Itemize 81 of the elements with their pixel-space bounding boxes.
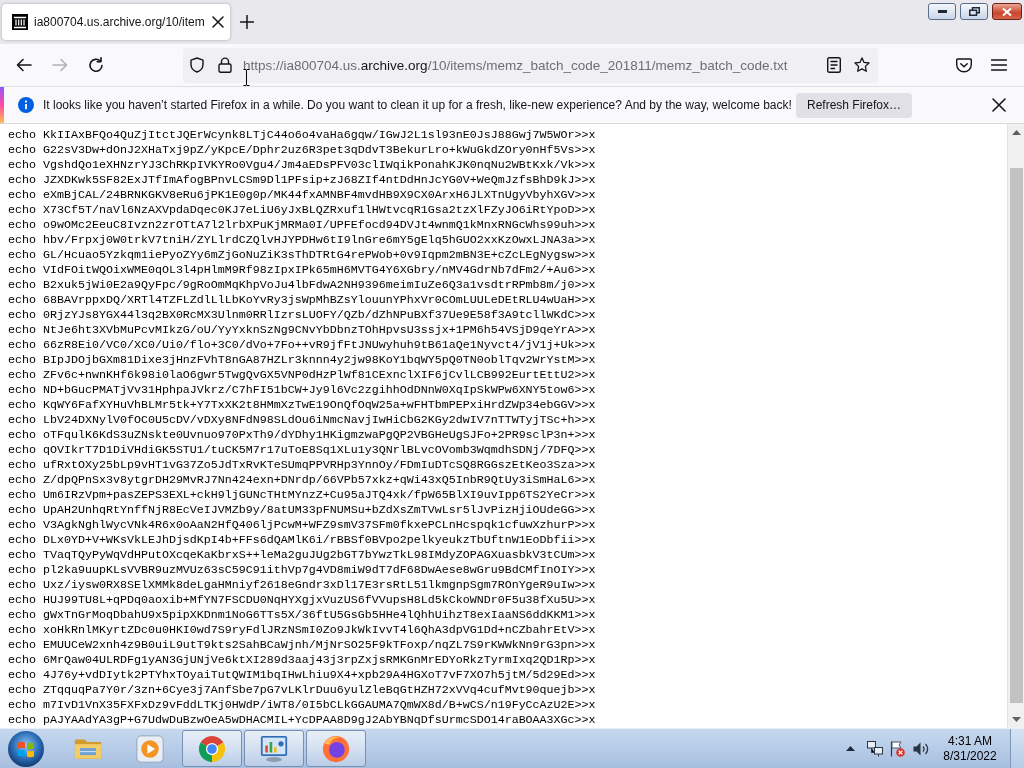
close-icon bbox=[1002, 7, 1012, 16]
text-line: echo VIdFOitWQOixWME0qOL3l4pHlmM9Rf98zIpxIPk65mH6MVTG4Y6XGbry/nMV4GdrNb7dFm2/+Au6>>x bbox=[8, 263, 596, 278]
text-line: echo B2xuk5jWi0E2a9QyFpc/9gRoOmMqKhpVoJu4lbFdwA2NH9396meimIuZe6Q3a1vsdtrRPmb8m/j0>>x bbox=[8, 278, 596, 293]
text-line: echo o9wOMc2EeuC8Ivzn2zrOTtA7l2lrbXPuKjMRMa0I/UPFEfocd94DVJt4wnmQ1kMnxRNGcWhs99uh>>x bbox=[8, 218, 596, 233]
text-line: echo 4J76y+vdDIytk2PTYhxTOyaiTutQWIM1bqIHwLhiu9X4+xpb29A4HGXoT7vF7XO7h5jtM/5d29Ed>>x bbox=[8, 668, 596, 683]
network-icon[interactable] bbox=[867, 740, 883, 757]
text-line: echo TVaqTQyPyWqVdHPutOXcqeKaKbrxS++leMa2guJUg2bGT7bYwzTkL98IMdyZOPAGXuasbkV3tCUm>>x bbox=[8, 548, 596, 563]
browser-tab[interactable]: ia800704.us.archive.org/10/item bbox=[2, 4, 230, 40]
shield-icon[interactable] bbox=[189, 57, 205, 73]
plus-icon[interactable] bbox=[240, 15, 254, 29]
text-line: echo EMUUCeW2xnh4z9B0uiL9utT9kts2SahBCaWjnh/MjNrSO25F9kTFoxp/nqZL7S9rKWWkNn9rG3pn>>x bbox=[8, 638, 596, 653]
notification-message: It looks like you haven’t started Firefox in a while. Do you want to clean it up for a fresh, like-new experience? And by the way, welcome back! bbox=[43, 98, 792, 112]
text-line: echo qOVIkrT7D1DiVHdiGK5STU1/tuCK5M7r17uToE8Sq1XLu1y3QNrlBLvcOVomb3WqmdhSDNj/7DFQ>>x bbox=[8, 443, 596, 458]
text-line: echo DLx0YD+V+WKsVkLEJhDjsdKpI4b+FFs6dQAMlK6i/rBBSf0BVpo2pelkyeukzTbUftnW1EoDbfii>>x bbox=[8, 533, 596, 548]
restore-icon bbox=[968, 7, 980, 16]
text-line: echo 6MrQaw04ULRDFg1yAN3GjUNjVe6ktXI289d3aaj43j3rpZxjsRMKGnMrEDYoRkzTyrmIxq2QD1Rp>>x bbox=[8, 653, 596, 668]
text-line: echo pAJYAAdYA3gP+G7UdwDuBzwOeA5wDHACMIL+YcDPAA8D9gJ2AbYBNqDfsUrmcSDO14raBOAA3XGc>>x bbox=[8, 713, 596, 728]
lock-icon[interactable] bbox=[218, 57, 232, 73]
text-line: echo gWxTnGrMoqDbahU9x5pipXKDnm1NoG6TTs5X/36ftU5GsGb5HHe4lQhhUihzT8exIaaNS6ddKKM1>>x bbox=[8, 608, 596, 623]
clock-date: 8/31/2022 bbox=[943, 748, 997, 764]
fox-logo-icon[interactable] bbox=[322, 734, 350, 763]
columns-building-icon bbox=[12, 14, 28, 30]
close-icon[interactable] bbox=[212, 16, 224, 28]
text-line: echo pl2ka9uupKLsVVBR9uzMVUz63sC59C91ithVp7g4VD8miW9dT7dF68DwAese8wGru9BdCMfInOIY>>x bbox=[8, 563, 596, 578]
text-line: echo m7IvD1VnX35FXFxDz9vFddLTKj0HWdP/iWT8/0I5bCLkGGAUMA7QmWX8d/B+wCS/n19FyCcAzU2E>>x bbox=[8, 698, 596, 713]
text-line: echo X73Cf5T/naVl6NzAXVpdaDqec0KJ7eLiU6yJxBLQZRxuf1lHWtvcqR1Gsa2tzXlFZyJO6iRtYpoD>>x bbox=[8, 203, 596, 218]
flag-icon[interactable] bbox=[889, 740, 905, 757]
vertical-scrollbar[interactable] bbox=[1007, 124, 1024, 728]
menu-icon[interactable] bbox=[991, 59, 1007, 71]
text-line: echo ND+bGucPMATjVv31HphpaJVkrz/C7hFI51bCW+Jy9l6Vc2zgihhOdDNnW0XqIpSkWPw6XNY5tow6>>x bbox=[8, 383, 596, 398]
pocket-icon[interactable] bbox=[956, 57, 972, 73]
text-line: echo UpAH2UnhqRtYnffNjR8EcVeIJVMZb9y/8atUM33pFNUMSu+bZdXsZmTVwLsr5lJvPizHjiOUdeGG>>x bbox=[8, 503, 596, 518]
text-line: echo 68BAVrppxDQ/XRTl4TZFLZdlLlLbKoYvRy3jsWpMhBZsYlouunYPhxVr0COmLUULeDEtRLU4wUaH>>x bbox=[8, 293, 596, 308]
text-line: echo LbV24DXNylV0fOC0U5cDV/vDXy8NFdN98SLdOu6iNmcNavjIwHiCbG2KGy2dwIV7nTTWTyjTSc+h>>x bbox=[8, 413, 596, 428]
clock-time: 4:31 AM bbox=[948, 733, 992, 749]
text-line: echo NtJe6ht3XVbMuPcvMIkzG/oU/YyYxknSzNg9CNvYbDbnzTOhHpvsU3ssjx+1PM6h54VSjD9qeYrA>>x bbox=[8, 323, 596, 338]
text-line: echo KkIIAxBFQo4QuZjItctJQErWcynk8LTjC44o6o4vaHa6gqw/IGwJ2L1sl93nE0JsJ88Gwj7W5WOr>>x bbox=[8, 128, 596, 143]
text-line: echo eXmBjCAL/24BRNKGKV8eRu6jPK1E0g0p/MK44fxAMNBF4mvdHB9X9CX0ArxH6JLXTnUgyVbyhXGV>>x bbox=[8, 188, 596, 203]
text-line: echo JZXDKwk5SF82ExJTfImAfogBPnvLCSm9Dl1PFsip+zJ68ZIf4ntDdHnJcYG0V+WeQmJzfsBhD9kJ>>x bbox=[8, 173, 596, 188]
text-line: echo G22sV3Dw+dOnJ2XHaTxj9pZ/yKpcE/Dphr2uz6R3pet3qDdvT3BekurLro+kWuGkdZOry0nHf5Vs>>x bbox=[8, 143, 596, 158]
text-line: echo ufRxtOXy25bLp9vHT1vG37Zo5JdTxRvKTeSUmqPPVRHp3YnnOy/FDmIuDTcSQ8RGGszEtKeo3Sza>>x bbox=[8, 458, 596, 473]
restore-button[interactable] bbox=[960, 3, 988, 20]
taskbar-button[interactable] bbox=[244, 730, 304, 767]
text-line: echo BIpJDOjbGXm81Dixe3jHnzFVhT8nGA87HZLr3knnn4y2jw98KoY1bqWY5pQ0TN0oblTqv2WrYstM>>x bbox=[8, 353, 596, 368]
close-icon[interactable] bbox=[992, 98, 1006, 112]
text-line: echo 0RjzYJs8YGX44l3q2BX0RcMX3Ulnm0RRlIzrsLUOFY/QZb/dZhNPuBXf37Ue9E58f3A9tcllWKdC>>x bbox=[8, 308, 596, 323]
caret-up-icon[interactable] bbox=[846, 746, 855, 751]
dashboard-window-icon[interactable] bbox=[260, 734, 288, 763]
minimize-icon bbox=[937, 10, 947, 13]
browser-logo-icon[interactable] bbox=[198, 734, 226, 763]
speaker-icon[interactable] bbox=[913, 740, 929, 757]
info-icon bbox=[18, 97, 34, 113]
scroll-up-arrow-icon[interactable] bbox=[1011, 130, 1021, 135]
text-line: echo VgshdQo1eXHNzrYJ3ChRKpIVKYRo0Vgu4/Jm4aEDsPFV03clIWqikPonahKJK0nqNu2WBtKxk/Vk>>x bbox=[8, 158, 596, 173]
reload-icon[interactable] bbox=[88, 57, 104, 73]
text-line: echo Um6IRzVpm+pasZEPS3EXL+ckH9ljGUNcTHtMYnzZ+Cu95aJTQ4xk/fpW65BlXI9uvIpp6TS2YeCr>>x bbox=[8, 488, 596, 503]
scroll-down-arrow-icon[interactable] bbox=[1011, 717, 1021, 722]
text-line: echo Uxz/iysw0RX8SElXMMk8deLgaHMniyf2618eGndr3xDl17E3rsRtL51lkmgnpSgm7ROnYgeR9uIw>>x bbox=[8, 578, 596, 593]
text-line: echo hbv/Frpxj0W0trkV7tniH/ZYLlrdCZQlvHJYPDHw6tI9lnGre6mY5gElq5hGUO2xxKzOwxLJNA3a>>x bbox=[8, 233, 596, 248]
text-line: echo V3AgkNghlWycVNk4R6x0oAaN2HfQ406ljPcwM+WFZ9smV37SFm0fkxePCLnHcspqk1cfuwXzhurP>>x bbox=[8, 518, 596, 533]
back-arrow-icon[interactable] bbox=[16, 57, 32, 73]
star-icon[interactable] bbox=[854, 57, 870, 73]
text-line: echo oTFqulK6KdS3uZNskte0Uvnuo970PxTh9/dYDhy1HKigmzwaPgQP2VBGHeUgSJFo+2PR9sclP3n+>>x bbox=[8, 428, 596, 443]
close-button[interactable] bbox=[992, 3, 1022, 20]
reader-view-icon[interactable] bbox=[827, 57, 841, 73]
text-line: echo HUJ99TU8L+qPDq0aoxib+MfYN7FSCDU0NqHYXgjxVuzUS6fVVupsH8Ld5kCkoWNDr0F5u38fXu5U>>x bbox=[8, 593, 596, 608]
url-text: https://ia800704.us.archive.org/10/items/memz_batch_code_201811/memz_batch_code.txt bbox=[243, 57, 788, 73]
text-line: echo Z/dpQPnSx3v8ytgrDH29MvRJ7Nn424exn+DNrdp/66VPb57xkz+qWi43xQ5InbR9QtUy3iSmHaL6>>x bbox=[8, 473, 596, 488]
text-line: echo GL/Hcuao5Yzkqm1iePyoZYy6mZjGoNuZiK3sThDTRtG4rePWob+0v9Iqpm2mBN3E+cZcLEgNygsw>>x bbox=[8, 248, 596, 263]
taskbar-button[interactable] bbox=[182, 730, 242, 767]
minimize-button[interactable] bbox=[928, 3, 956, 20]
text-line: echo 66zR8Ei0/VC0/XC0/Ui0/flo+3C0/dVo+7Fo++vR9jfFtJNUwyhuh9tB61aQe1Nyvct4/jV1j+Uk>>x bbox=[8, 338, 596, 353]
address-bar[interactable]: https://ia800704.us.archive.org/10/items/memz_batch_code_201811/memz_batch_code.txt bbox=[183, 47, 878, 83]
text-line: echo xoHkRnlMKyrtZDc0u0HKI0wd7S9ryFdlJRzNSmI0Zo9JkWkIvvT4l6QhA3dpVG1Dd+nCZbahrEtV>>x bbox=[8, 623, 596, 638]
start-orb-icon[interactable] bbox=[8, 730, 44, 767]
text-line: echo KqWY6FafXYHuVhBLMr5tk+Y7TxXK2t8HMmXzTwE19OnQfOqW25a+wFHTbmPEPxiHrdZWp34ebGGV>>x bbox=[8, 398, 596, 413]
taskbar-button[interactable] bbox=[306, 730, 366, 767]
text-line: echo ZTqquqPa7Y0r/3zn+6Cye3j7AnfSbe7pG7vLKlrDuu6yulZleBqGtHZH72xVVq4cufMvt90quejb>>x bbox=[8, 683, 596, 698]
refresh-firefox-button[interactable]: Refresh Firefox… bbox=[795, 92, 912, 118]
text-line: echo ZFv6c+nwnKHf6k98i0laO6gwr5TwgQvGX5VNP0dHzPlWf81CExnclXIF6jCvlLCB992EurtEttU2>>x bbox=[8, 368, 596, 383]
scrollbar-thumb[interactable] bbox=[1009, 168, 1023, 703]
